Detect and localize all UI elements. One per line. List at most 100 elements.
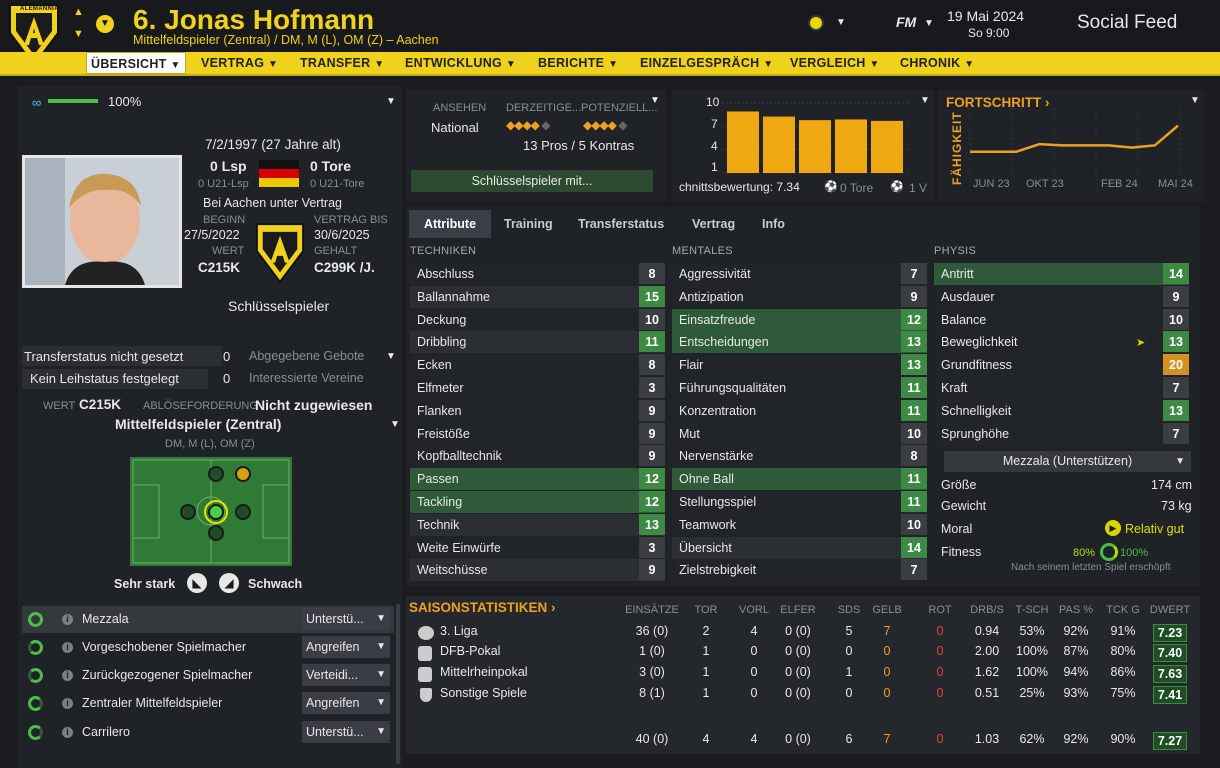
role-row[interactable]: i Zentraler Mittelfeldspieler Angreifen ▼	[22, 690, 394, 717]
tab-uebersicht[interactable]: ÜBERSICHT ▼	[86, 52, 186, 74]
role-row[interactable]: i Vorgeschobener Spielmacher Angreifen ▼	[22, 634, 394, 661]
position-menu-icon[interactable]: ▼	[390, 419, 400, 430]
attribute-row[interactable]: Ohne Ball 11	[672, 468, 927, 491]
tab-attribute[interactable]: Attribute	[409, 210, 491, 238]
attribute-row[interactable]: Passen 12	[410, 468, 665, 491]
roles-scrollbar[interactable]	[396, 604, 400, 764]
attribute-row[interactable]: Entscheidungen 13	[672, 331, 927, 354]
attribute-row[interactable]: Ecken 8	[410, 354, 665, 377]
ansehen-value: National	[431, 120, 479, 135]
fm-menu-button[interactable]: FM	[896, 14, 916, 30]
competition-name[interactable]: 3. Liga	[440, 624, 478, 638]
competition-name[interactable]: Mittelrheinpokal	[440, 665, 528, 679]
attribute-row[interactable]: Nervenstärke 8	[672, 445, 927, 468]
attribute-row[interactable]: Beweglichkeit 13	[934, 331, 1189, 354]
key-player-button[interactable]: Schlüsselspieler mit...	[411, 170, 653, 192]
transfer-menu-icon[interactable]: ▼	[386, 351, 396, 362]
role-row[interactable]: i Zurückgezogener Spielmacher Verteidi..…	[22, 662, 394, 689]
attribute-row[interactable]: Balance 10	[934, 308, 1189, 331]
attribute-row[interactable]: Weitschüsse 9	[410, 559, 665, 582]
tab-berichte[interactable]: BERICHTE ▼	[538, 52, 618, 74]
season-title[interactable]: SAISONSTATISTIKEN ›	[409, 600, 556, 615]
attribute-row[interactable]: Schnelligkeit 13	[934, 399, 1189, 422]
fm-menu-chevron-icon[interactable]: ▼	[924, 18, 934, 29]
u21-lsp-count: 0 U21-Lsp	[198, 178, 249, 190]
competition-name[interactable]: DFB-Pokal	[440, 644, 500, 658]
player-status: Schlüsselspieler	[228, 298, 330, 314]
attribute-row[interactable]: Freistöße 9	[410, 422, 665, 445]
tab-info[interactable]: Info	[762, 210, 785, 238]
reputation-menu-icon[interactable]: ▼	[650, 95, 660, 106]
social-feed-button[interactable]: Social Feed	[1077, 12, 1177, 34]
player-menu-icon[interactable]: ▼	[96, 15, 114, 33]
info-icon[interactable]: i	[62, 698, 73, 709]
tab-transferstatus[interactable]: Transferstatus	[578, 210, 664, 238]
attribute-row[interactable]: Grundfitness 20	[934, 354, 1189, 377]
attribute-row[interactable]: Antizipation 9	[672, 285, 927, 308]
duty-select[interactable]: Unterstü... ▼	[302, 608, 390, 630]
tab-vertrag[interactable]: VERTRAG ▼	[201, 52, 278, 74]
duty-select[interactable]: Angreifen ▼	[302, 692, 390, 714]
attribute-row[interactable]: Flanken 9	[410, 399, 665, 422]
attribute-name: Übersicht	[679, 540, 732, 555]
progress-menu-icon[interactable]: ▼	[1190, 95, 1200, 106]
attribute-row[interactable]: Stellungsspiel 11	[672, 491, 927, 513]
tab-chronik[interactable]: CHRONIK ▼	[900, 52, 974, 74]
stat-column-header[interactable]: DWERT	[1130, 604, 1210, 616]
info-icon[interactable]: i	[62, 614, 73, 625]
info-icon[interactable]: i	[62, 727, 73, 738]
gewicht-label: Gewicht	[941, 499, 987, 513]
attribute-row[interactable]: Flair 13	[672, 354, 927, 377]
pros-cons[interactable]: 13 Pros / 5 Kontras	[523, 138, 634, 153]
form-menu-icon[interactable]: ▼	[920, 95, 930, 106]
club-dropdown-icon[interactable]: ▼	[836, 17, 846, 28]
loan-status[interactable]: Kein Leihstatus festgelegt	[30, 371, 179, 386]
tab-entwicklung[interactable]: ENTWICKLUNG ▼	[405, 52, 516, 74]
attribute-row[interactable]: Teamwork 10	[672, 513, 927, 536]
tab-vertrag-info[interactable]: Vertrag	[692, 210, 735, 238]
moral-value[interactable]: Relativ gut	[1125, 522, 1184, 536]
role-select[interactable]: Mezzala (Unterstützen) ▼	[944, 451, 1191, 472]
attribute-row[interactable]: Elfmeter 3	[410, 377, 665, 399]
tab-training[interactable]: Training	[504, 210, 553, 238]
attribute-row[interactable]: Deckung 10	[410, 308, 665, 331]
info-icon[interactable]: i	[62, 642, 73, 653]
role-row[interactable]: i Carrilero Unterstü... ▼	[22, 719, 394, 746]
next-player-icon[interactable]: ▼	[73, 28, 84, 40]
attribute-row[interactable]: Konzentration 11	[672, 399, 927, 422]
competition-name[interactable]: Sonstige Spiele	[440, 686, 527, 700]
attribute-row[interactable]: Kraft 7	[934, 377, 1189, 399]
attribute-row[interactable]: Kopfballtechnik 9	[410, 445, 665, 468]
attribute-row[interactable]: Dribbling 11	[410, 331, 665, 354]
attribute-row[interactable]: Sprunghöhe 7	[934, 422, 1189, 445]
attribute-row[interactable]: Weite Einwürfe 3	[410, 536, 665, 559]
tab-transfer[interactable]: TRANSFER ▼	[300, 52, 384, 74]
tab-vergleich[interactable]: VERGLEICH ▼	[790, 52, 880, 74]
role-fit-icon	[28, 696, 43, 711]
prev-player-icon[interactable]: ▲	[73, 6, 84, 18]
attribute-row[interactable]: Einsatzfreude 12	[672, 308, 927, 331]
attribute-row[interactable]: Ballannahme 15	[410, 285, 665, 308]
duty-select[interactable]: Unterstü... ▼	[302, 721, 390, 743]
game-date[interactable]: 19 Mai 2024	[947, 8, 1024, 24]
nation-flag[interactable]	[259, 160, 299, 187]
attribute-row[interactable]: Mut 10	[672, 422, 927, 445]
tab-einzelgespraech[interactable]: EINZELGESPRÄCH ▼	[640, 52, 773, 74]
attribute-row[interactable]: Zielstrebigkeit 7	[672, 559, 927, 582]
info-icon[interactable]: i	[62, 670, 73, 681]
club-icon[interactable]	[808, 15, 824, 31]
duty-select[interactable]: Angreifen ▼	[302, 636, 390, 658]
attribute-row[interactable]: Abschluss 8	[410, 263, 665, 285]
attribute-row[interactable]: Aggressivität 7	[672, 263, 927, 285]
attribute-row[interactable]: Übersicht 14	[672, 536, 927, 559]
y-tick: 10	[706, 95, 720, 109]
profile-menu-icon[interactable]: ▼	[386, 96, 396, 107]
duty-select[interactable]: Verteidi... ▼	[302, 664, 390, 686]
role-row[interactable]: i Mezzala Unterstü... ▼	[22, 606, 394, 633]
attribute-row[interactable]: Ausdauer 9	[934, 285, 1189, 308]
attribute-row[interactable]: Technik 13	[410, 513, 665, 536]
transfer-status[interactable]: Transferstatus nicht gesetzt	[24, 349, 183, 364]
attribute-row[interactable]: Tackling 12	[410, 491, 665, 513]
attribute-row[interactable]: Antritt 14	[934, 263, 1189, 285]
attribute-row[interactable]: Führungsqualitäten 11	[672, 377, 927, 399]
